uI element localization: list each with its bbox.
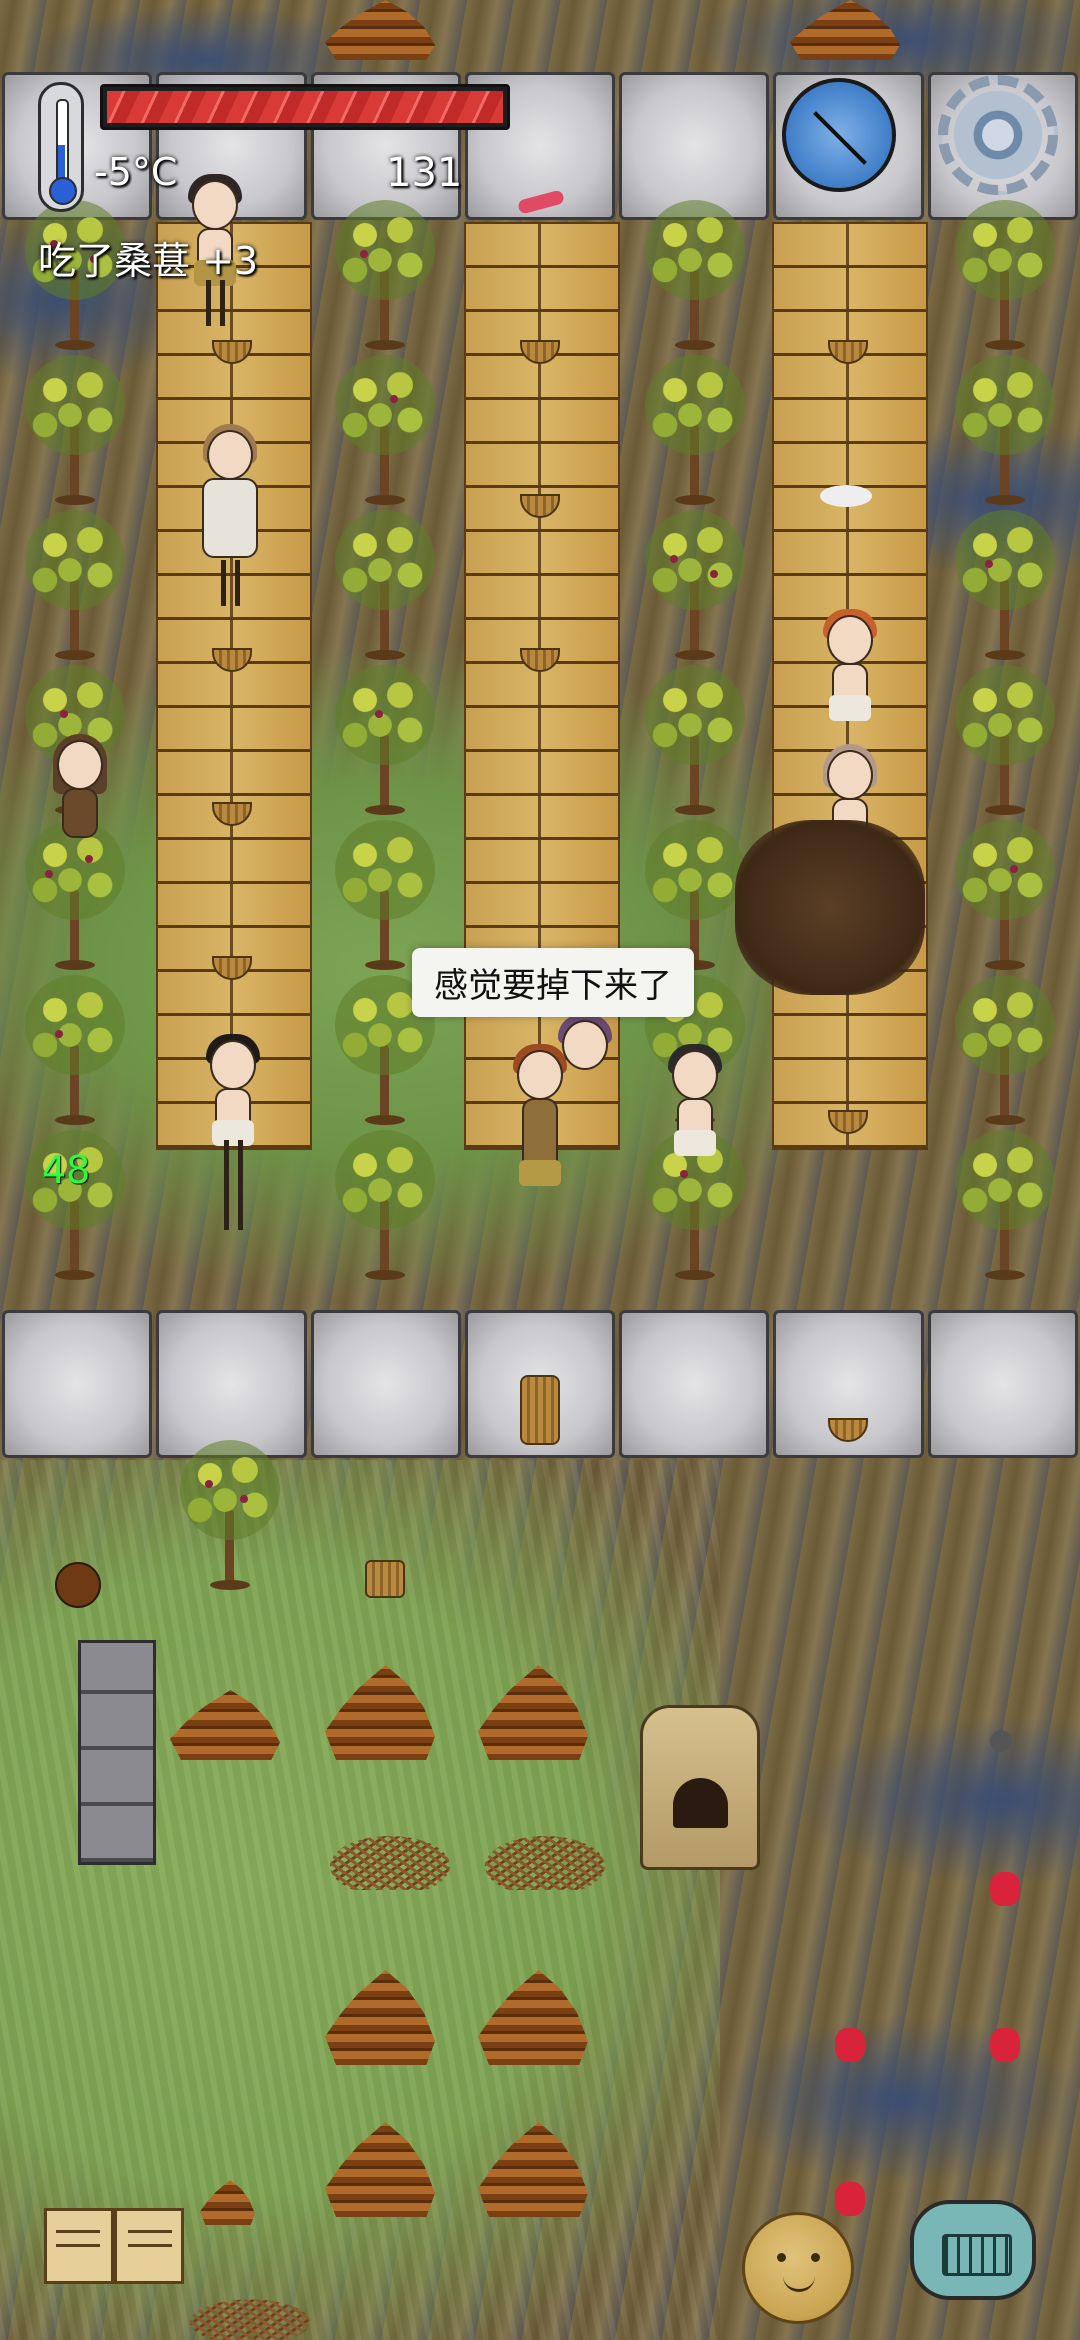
round-stone-item[interactable] <box>990 1730 1012 1752</box>
mulberry-tree[interactable] <box>950 975 1060 1125</box>
thermometer-icon <box>38 82 84 212</box>
villager[interactable] <box>45 734 115 890</box>
mulberry-tree[interactable] <box>330 510 440 660</box>
speech-bubble: 感觉要掉下来了 <box>412 948 694 1017</box>
basket-stack[interactable] <box>520 1375 560 1445</box>
food-meter <box>100 84 510 130</box>
stone-tile <box>310 1310 461 1458</box>
basket[interactable] <box>365 1560 405 1598</box>
lifetime-counter: 48 <box>42 1148 91 1192</box>
mulberry-tree[interactable] <box>950 820 1060 970</box>
mulberry-tree[interactable] <box>330 1130 440 1280</box>
villager[interactable] <box>660 1044 730 1200</box>
stone-tile <box>619 72 770 220</box>
villager-group[interactable] <box>550 1014 620 1170</box>
mulberry-tree[interactable] <box>330 355 440 505</box>
mulberry-tree[interactable] <box>330 200 440 350</box>
villager[interactable] <box>195 424 265 620</box>
burdock-item[interactable] <box>55 1562 101 1608</box>
villager[interactable] <box>198 1034 268 1240</box>
mulberry-tree[interactable] <box>950 510 1060 660</box>
raw-meat-item[interactable] <box>990 1872 1020 1906</box>
mulberry-tree[interactable] <box>950 1130 1060 1280</box>
stone-pillar[interactable] <box>78 1640 156 1865</box>
rabbit-item[interactable] <box>820 485 872 507</box>
stone-tile <box>156 1310 307 1458</box>
mulberry-tree[interactable] <box>640 355 750 505</box>
gear-icon[interactable] <box>938 75 1058 195</box>
raw-meat-item[interactable] <box>990 2028 1020 2062</box>
food-meter-fill <box>107 91 503 123</box>
mulberry-tree[interactable] <box>330 665 440 815</box>
keyboard-icon[interactable] <box>910 2200 1036 2300</box>
stone-tile <box>2 1310 153 1458</box>
stone-tile <box>619 1310 770 1458</box>
temperature-readout: -5°C <box>94 150 178 194</box>
mulberry-tree[interactable] <box>950 200 1060 350</box>
raw-meat-item[interactable] <box>835 2028 865 2062</box>
villager[interactable] <box>815 609 885 765</box>
raw-meat-item[interactable] <box>835 2182 865 2216</box>
mulberry-tree[interactable] <box>20 510 130 660</box>
adobe-kiln[interactable] <box>640 1705 760 1870</box>
potato-face-icon[interactable] <box>742 2212 854 2324</box>
mulberry-tree[interactable] <box>640 200 750 350</box>
bear-skin-rug[interactable] <box>735 820 925 995</box>
mulberry-tree[interactable] <box>20 975 130 1125</box>
stone-tile <box>927 1310 1078 1458</box>
mulberry-tree[interactable] <box>175 1440 285 1590</box>
mulberry-tree[interactable] <box>20 355 130 505</box>
compass-icon[interactable] <box>782 78 896 192</box>
mulberry-tree[interactable] <box>640 510 750 660</box>
age-readout: 131 <box>386 150 463 196</box>
mulberry-tree[interactable] <box>640 665 750 815</box>
status-message: 吃了桑葚 +3 <box>38 239 259 283</box>
book-icon[interactable] <box>44 2200 188 2286</box>
mulberry-tree[interactable] <box>950 665 1060 815</box>
mulberry-tree[interactable] <box>950 355 1060 505</box>
